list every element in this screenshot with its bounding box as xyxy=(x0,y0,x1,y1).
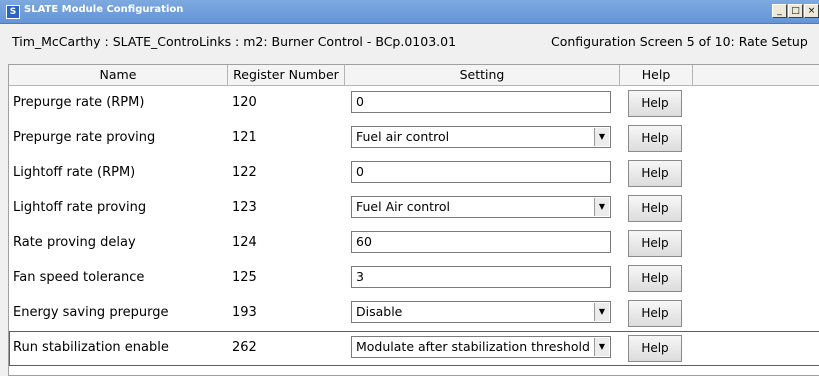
register-number: 193 xyxy=(232,305,257,320)
setting-input[interactable]: 60 xyxy=(351,231,611,253)
dropdown-selected-value: Fuel Air control xyxy=(356,199,451,214)
dropdown-arrow-icon[interactable]: ▼ xyxy=(594,198,609,216)
table-header: Name Register Number Setting Help xyxy=(9,65,819,86)
register-number: 123 xyxy=(232,200,257,215)
parameter-name: Lightoff rate proving xyxy=(13,200,147,215)
parameter-name: Energy saving prepurge xyxy=(13,305,169,320)
help-button[interactable]: Help xyxy=(628,195,682,222)
help-button[interactable]: Help xyxy=(628,265,682,292)
dropdown-selected-value: Modulate after stabilization threshold xyxy=(356,339,590,354)
parameter-name: Fan speed tolerance xyxy=(13,270,145,285)
parameter-name: Lightoff rate (RPM) xyxy=(13,165,136,180)
register-number: 124 xyxy=(232,235,257,250)
help-button[interactable]: Help xyxy=(628,90,682,117)
screen-indicator: Configuration Screen 5 of 10: Rate Setup xyxy=(551,34,808,49)
help-button[interactable]: Help xyxy=(628,335,682,362)
setting-dropdown[interactable]: Fuel air control ▼ xyxy=(351,126,611,148)
dropdown-selected-value: Fuel air control xyxy=(356,129,450,144)
setting-input[interactable]: 0 xyxy=(351,161,611,183)
parameter-name: Prepurge rate (RPM) xyxy=(13,95,145,110)
table-row[interactable]: Lightoff rate (RPM) 122 0 Help xyxy=(9,156,819,191)
parameter-name: Prepurge rate proving xyxy=(13,130,156,145)
table-row[interactable]: Run stabilization enable 262 Modulate afte… xyxy=(9,331,819,366)
setting-input[interactable]: 0 xyxy=(351,91,611,113)
parameter-name: Rate proving delay xyxy=(13,235,136,250)
register-number: 262 xyxy=(232,340,257,355)
table-row[interactable]: Energy saving prepurge 193 Disable ▼ Help xyxy=(9,296,819,331)
close-button[interactable]: × xyxy=(804,4,819,18)
maximize-button[interactable]: □ xyxy=(788,4,803,18)
register-number: 122 xyxy=(232,165,257,180)
help-button[interactable]: Help xyxy=(628,300,682,327)
register-number: 121 xyxy=(232,130,257,145)
setting-input[interactable]: 3 xyxy=(351,266,611,288)
column-header-name[interactable]: Name xyxy=(9,65,228,85)
help-button[interactable]: Help xyxy=(628,160,682,187)
dropdown-arrow-icon[interactable]: ▼ xyxy=(594,128,609,146)
register-number: 120 xyxy=(232,95,257,110)
app-icon: S xyxy=(6,5,20,19)
minimize-button[interactable]: _ xyxy=(772,4,787,18)
info-bar: Tim_McCarthy : SLATE_ControLinks : m2: B… xyxy=(0,34,819,54)
column-header-help[interactable]: Help xyxy=(620,65,693,85)
table-row[interactable]: Rate proving delay 124 60 Help xyxy=(9,226,819,261)
setting-dropdown[interactable]: Fuel Air control ▼ xyxy=(351,196,611,218)
help-button[interactable]: Help xyxy=(628,125,682,152)
setting-dropdown[interactable]: Modulate after stabilization threshold ▼ xyxy=(351,336,611,358)
table-row[interactable]: Prepurge rate (RPM) 120 0 Help xyxy=(9,86,819,121)
table-row[interactable]: Lightoff rate proving 123 Fuel Air control… xyxy=(9,191,819,226)
register-number: 125 xyxy=(232,270,257,285)
table-row[interactable]: Prepurge rate proving 121 Fuel air control… xyxy=(9,121,819,156)
window-title: SLATE Module Configuration xyxy=(24,4,184,15)
dropdown-selected-value: Disable xyxy=(356,304,403,319)
setting-dropdown[interactable]: Disable ▼ xyxy=(351,301,611,323)
dropdown-arrow-icon[interactable]: ▼ xyxy=(594,338,609,356)
title-bar[interactable]: S SLATE Module Configuration _ □ × xyxy=(0,0,819,24)
column-header-setting[interactable]: Setting xyxy=(345,65,620,85)
parameter-table: Name Register Number Setting Help Prepur… xyxy=(8,64,819,376)
parameter-name: Run stabilization enable xyxy=(13,340,169,355)
table-row[interactable]: Fan speed tolerance 125 3 Help xyxy=(9,261,819,296)
column-header-register[interactable]: Register Number xyxy=(228,65,345,85)
device-path: Tim_McCarthy : SLATE_ControLinks : m2: B… xyxy=(12,34,457,49)
help-button[interactable]: Help xyxy=(628,230,682,257)
dropdown-arrow-icon[interactable]: ▼ xyxy=(594,303,609,321)
